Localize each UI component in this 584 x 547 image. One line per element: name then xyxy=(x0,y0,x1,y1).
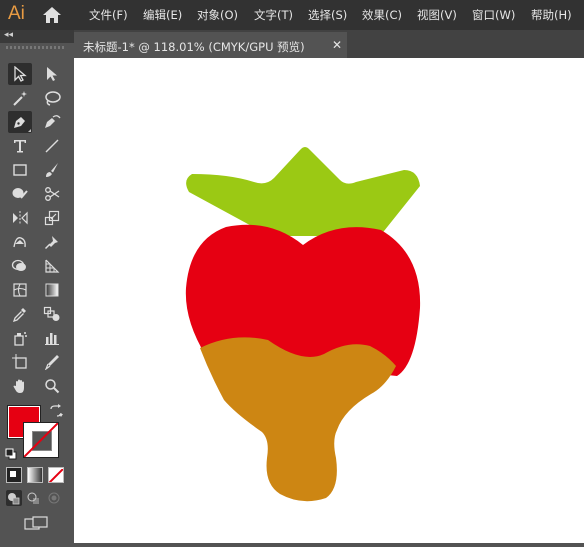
eyedropper-icon[interactable] xyxy=(8,303,32,325)
line-tool-icon[interactable] xyxy=(40,135,64,157)
draw-inside-icon[interactable] xyxy=(46,490,62,506)
zoom-icon[interactable] xyxy=(40,375,64,397)
default-colors-icon[interactable] xyxy=(5,445,17,464)
document-tab-title: 未标题-1* @ 118.01% (CMYK/GPU 预览) xyxy=(83,40,305,54)
artboard-icon[interactable] xyxy=(8,351,32,373)
draw-behind-icon[interactable] xyxy=(26,490,42,506)
stroke-color-swatch[interactable] xyxy=(24,423,58,457)
pen-tool-icon[interactable] xyxy=(8,111,32,133)
menu-help[interactable]: 帮助(H) xyxy=(531,7,572,23)
slice-icon[interactable] xyxy=(40,351,64,373)
color-mode-icon[interactable] xyxy=(6,467,22,483)
menu-window[interactable]: 窗口(W) xyxy=(472,7,515,23)
none-mode-icon[interactable] xyxy=(48,467,64,483)
draw-normal-icon[interactable] xyxy=(6,490,22,506)
scissors-icon[interactable] xyxy=(40,183,64,205)
warp-icon[interactable] xyxy=(8,231,32,253)
magic-wand-icon[interactable] xyxy=(8,87,32,109)
menu-view[interactable]: 视图(V) xyxy=(417,7,457,23)
document-tab[interactable]: 未标题-1* @ 118.01% (CMYK/GPU 预览) ✕ xyxy=(74,32,347,58)
gradient-mode-icon[interactable] xyxy=(27,467,43,483)
hand-icon[interactable] xyxy=(8,375,32,397)
reflect-icon[interactable] xyxy=(8,207,32,229)
document-tab-bar: 未标题-1* @ 118.01% (CMYK/GPU 预览) ✕ xyxy=(74,30,584,58)
curvature-icon[interactable] xyxy=(40,111,64,133)
panel-grip[interactable] xyxy=(6,46,66,49)
swap-colors-icon[interactable] xyxy=(49,403,63,422)
blend-icon[interactable] xyxy=(40,303,64,325)
leaf-shape[interactable] xyxy=(186,147,420,236)
screen-mode-icon[interactable] xyxy=(24,516,48,532)
menu-select[interactable]: 选择(S) xyxy=(308,7,347,23)
rectangle-tool-icon[interactable] xyxy=(8,159,32,181)
mesh-icon[interactable] xyxy=(8,279,32,301)
menu-bar: Ai 文件(F) 编辑(E) 对象(O) 文字(T) 选择(S) 效果(C) 视… xyxy=(0,0,584,30)
artwork xyxy=(185,147,421,502)
shape-builder-icon[interactable] xyxy=(8,255,32,277)
lasso-icon[interactable] xyxy=(40,87,64,109)
tools-panel: ◂◂ xyxy=(0,30,74,543)
menu-object[interactable]: 对象(O) xyxy=(197,7,238,23)
app-logo: Ai xyxy=(8,3,25,24)
gradient-icon[interactable] xyxy=(40,279,64,301)
menu-effect[interactable]: 效果(C) xyxy=(362,7,402,23)
selection-tool-icon[interactable] xyxy=(8,63,32,85)
column-graph-icon[interactable] xyxy=(40,327,64,349)
shaper-icon[interactable] xyxy=(8,183,32,205)
collapse-panel-icon[interactable]: ◂◂ xyxy=(4,30,13,40)
tools-panel-header: ◂◂ xyxy=(0,30,74,43)
artboard-canvas[interactable] xyxy=(74,58,584,543)
menu-type[interactable]: 文字(T) xyxy=(254,7,293,23)
home-icon[interactable] xyxy=(42,6,62,28)
paintbrush-icon[interactable] xyxy=(40,159,64,181)
chocolate-shape[interactable] xyxy=(200,337,396,502)
close-icon[interactable]: ✕ xyxy=(332,38,342,52)
menu-file[interactable]: 文件(F) xyxy=(89,7,128,23)
symbol-sprayer-icon[interactable] xyxy=(8,327,32,349)
direct-selection-tool-icon[interactable] xyxy=(40,63,64,85)
menu-edit[interactable]: 编辑(E) xyxy=(143,7,182,23)
perspective-grid-icon[interactable] xyxy=(40,255,64,277)
puppet-warp-icon[interactable] xyxy=(40,231,64,253)
scale-icon[interactable] xyxy=(40,207,64,229)
type-tool-icon[interactable] xyxy=(8,135,32,157)
